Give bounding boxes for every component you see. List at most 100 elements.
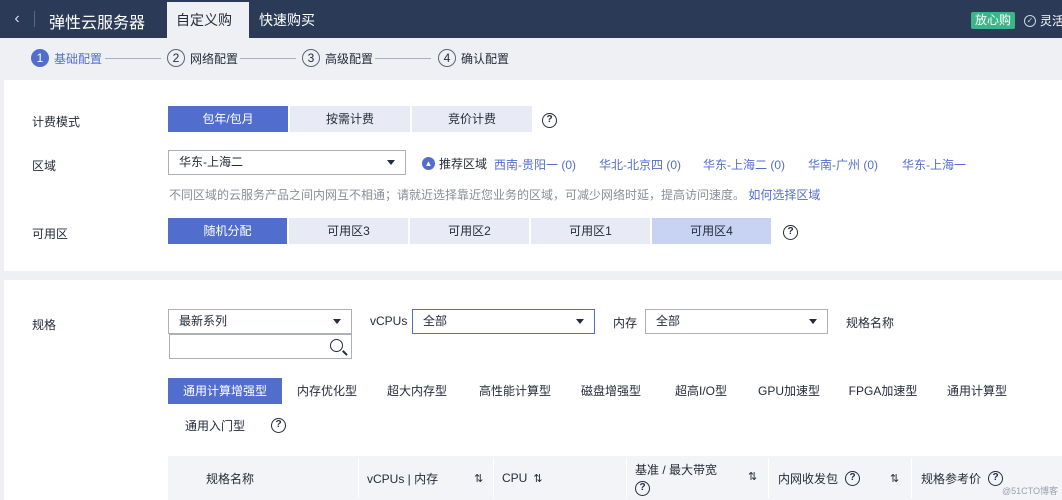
basic-config-card: 计费模式 包年/包月 按需计费 竞价计费 ? 区域 华东-上海二 ▲ 推荐区域 …: [4, 80, 1062, 271]
caret-down-icon: [333, 319, 341, 324]
question-circle-icon[interactable]: ?: [845, 471, 860, 486]
question-circle-icon[interactable]: ?: [635, 481, 650, 496]
region-note: 不同区域的云服务产品之间内网互不相通；请就近选择靠近您业务的区域，可减少网络时延…: [169, 186, 820, 203]
step-label: 基础配置: [54, 50, 102, 67]
zone-option-random[interactable]: 随机分配: [168, 218, 287, 244]
region-link-guiyang1[interactable]: 西南-贵阳一 (0): [494, 156, 576, 173]
type-tab-ultra-io[interactable]: 超高I/O型: [664, 378, 738, 404]
top-bar: ‹ 弹性云服务器 自定义购买 快速购买 放心购 ✓ 灵活: [0, 0, 1062, 38]
flex-tag[interactable]: ✓ 灵活: [1024, 12, 1062, 29]
billing-mode-selector: 包年/包月 按需计费 竞价计费: [168, 106, 532, 132]
step-indicator: 1 基础配置 2 网络配置 3 高级配置 4 确认配置: [0, 38, 1062, 80]
region-link-shanghai1[interactable]: 华东-上海一: [902, 156, 966, 173]
type-tab-gpu[interactable]: GPU加速型: [752, 378, 826, 404]
divider: [358, 458, 359, 498]
type-tab-entry[interactable]: 通用入门型: [178, 413, 252, 439]
zone-selector: 随机分配 可用区3 可用区2 可用区1 可用区4: [168, 218, 771, 244]
billing-label: 计费模式: [32, 113, 80, 130]
app-title: 弹性云服务器: [49, 9, 145, 33]
type-tab-general-enhanced[interactable]: 通用计算增强型: [168, 378, 282, 404]
step-confirm-config[interactable]: 4 确认配置: [438, 49, 509, 67]
caret-down-icon: [809, 319, 817, 324]
step-label: 确认配置: [461, 50, 509, 67]
step-network-config[interactable]: 2 网络配置: [167, 49, 238, 67]
thumbs-up-icon: ▲: [422, 157, 435, 170]
search-icon[interactable]: [330, 339, 343, 352]
question-circle-icon[interactable]: ?: [542, 113, 557, 128]
th-label: 规格名称: [206, 470, 254, 487]
th-vcpus-memory: vCPUs | 内存 ⇅: [367, 456, 483, 500]
caret-down-icon: [576, 319, 584, 324]
tab-custom-purchase[interactable]: 自定义购买: [167, 2, 249, 38]
region-value: 华东-上海二: [179, 155, 243, 169]
recommended-label: 推荐区域: [439, 155, 487, 172]
tab-quick-purchase[interactable]: 快速购买: [250, 2, 324, 38]
flex-label: 灵活: [1040, 12, 1062, 29]
step-number: 4: [438, 49, 456, 67]
memory-select[interactable]: 全部: [645, 309, 828, 334]
reassurance-badge[interactable]: 放心购: [971, 12, 1015, 29]
divider: [34, 11, 35, 27]
th-packets: 内网收发包 ? ⇅: [778, 456, 899, 500]
th-cpu: CPU ⇅: [502, 456, 543, 500]
type-tab-fpga[interactable]: FPGA加速型: [840, 378, 926, 404]
watermark: @51CTO博客: [1002, 484, 1058, 497]
sort-icon[interactable]: ⇅: [890, 472, 899, 485]
region-link-guangzhou[interactable]: 华南-广州 (0): [808, 156, 878, 173]
region-link-beijing4[interactable]: 华北-北京四 (0): [599, 156, 681, 173]
region-select[interactable]: 华东-上海二: [168, 150, 406, 175]
region-link-shanghai2[interactable]: 华东-上海二 (0): [703, 156, 785, 173]
memory-value: 全部: [656, 314, 680, 328]
memory-label: 内存: [613, 314, 637, 331]
spec-search-input[interactable]: [169, 334, 352, 359]
recommended-regions: ▲ 推荐区域: [422, 155, 487, 172]
th-label: 内网收发包: [778, 470, 838, 487]
spec-card: 规格 最新系列 vCPUs 全部 内存 全部 规格名称 通用计算增强型 内存优化…: [4, 280, 1062, 500]
check-circle-icon: ✓: [1024, 15, 1036, 27]
region-help-link[interactable]: 如何选择区域: [748, 188, 820, 202]
billing-option-spot[interactable]: 竞价计费: [412, 106, 532, 132]
type-tab-hpc[interactable]: 高性能计算型: [472, 378, 558, 404]
chevron-left-icon[interactable]: ‹: [0, 0, 34, 38]
sort-icon[interactable]: ⇅: [474, 472, 483, 485]
step-connector: [240, 58, 296, 59]
type-tab-general[interactable]: 通用计算型: [940, 378, 1014, 404]
step-number: 1: [31, 49, 49, 67]
divider: [493, 458, 494, 498]
zone-option-4[interactable]: 可用区4: [652, 218, 771, 244]
step-connector: [105, 58, 161, 59]
step-basic-config[interactable]: 1 基础配置: [31, 49, 102, 67]
sort-icon[interactable]: ⇅: [748, 470, 757, 483]
th-price: 规格参考价 ?: [921, 456, 1003, 500]
divider: [911, 458, 912, 498]
zone-option-1[interactable]: 可用区1: [531, 218, 650, 244]
zone-label: 可用区: [32, 225, 68, 242]
type-tab-memory-optimized[interactable]: 内存优化型: [290, 378, 364, 404]
divider: [626, 458, 627, 498]
sort-icon[interactable]: ⇅: [533, 472, 542, 485]
series-select[interactable]: 最新系列: [168, 309, 352, 334]
region-label: 区域: [32, 157, 56, 174]
step-connector: [375, 58, 431, 59]
th-label: 基准 / 最大带宽: [635, 461, 717, 478]
zone-option-3[interactable]: 可用区3: [289, 218, 408, 244]
question-circle-icon[interactable]: ?: [271, 418, 286, 433]
billing-option-yearly-monthly[interactable]: 包年/包月: [168, 106, 288, 132]
step-number: 3: [302, 49, 320, 67]
th-spec-name: 规格名称: [206, 456, 254, 500]
question-circle-icon[interactable]: ?: [988, 471, 1003, 486]
vcpus-value: 全部: [423, 314, 447, 328]
vcpus-label: vCPUs: [370, 314, 407, 328]
th-bandwidth: 基准 / 最大带宽 ?: [635, 456, 717, 500]
th-label: 规格参考价: [921, 470, 981, 487]
question-circle-icon[interactable]: ?: [783, 225, 798, 240]
zone-option-2[interactable]: 可用区2: [410, 218, 529, 244]
type-tab-disk-enhanced[interactable]: 磁盘增强型: [574, 378, 648, 404]
region-note-text: 不同区域的云服务产品之间内网互不相通；请就近选择靠近您业务的区域，可减少网络时延…: [169, 188, 745, 202]
vcpus-select[interactable]: 全部: [412, 309, 595, 334]
series-value: 最新系列: [179, 314, 227, 328]
billing-option-on-demand[interactable]: 按需计费: [290, 106, 410, 132]
step-advanced-config[interactable]: 3 高级配置: [302, 49, 373, 67]
th-label: CPU: [502, 471, 527, 485]
type-tab-large-memory[interactable]: 超大内存型: [380, 378, 454, 404]
